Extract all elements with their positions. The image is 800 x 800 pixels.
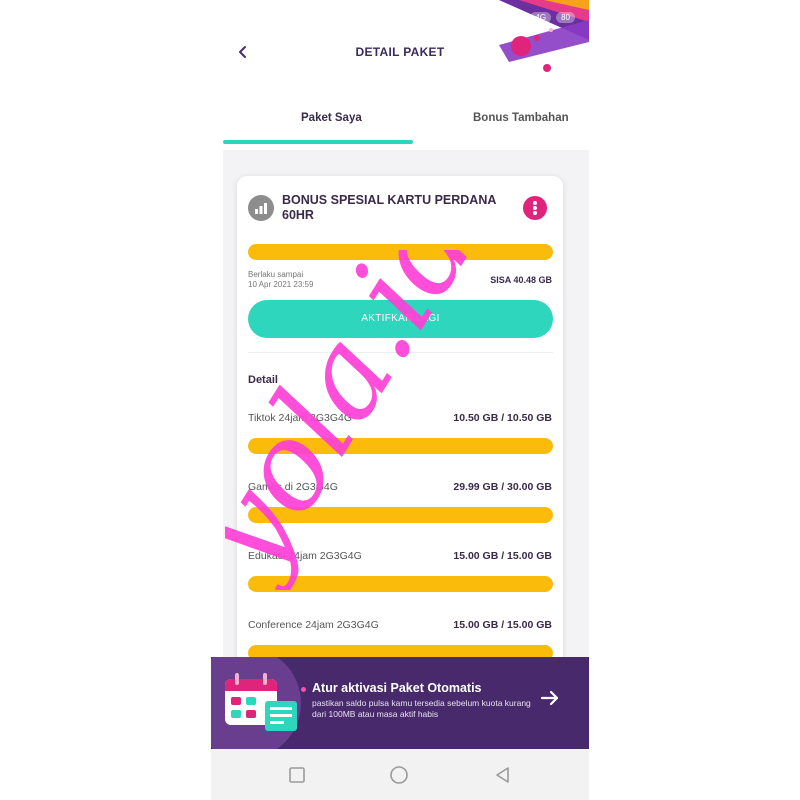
detail-value-edukasi: 15.00 GB / 15.00 GB [453,550,552,562]
valid-until-date: 10 Apr 2021 23:59 [248,280,314,289]
package-card: BONUS SPESIAL KARTU PERDANA 60HR Berlaku… [237,176,563,676]
banner-title: Atur aktivasi Paket Otomatis [312,681,482,695]
system-nav-bar [211,749,589,800]
detail-label-conference: Conference 24jam 2G3G4G [248,619,379,631]
detail-fill-tiktok [248,438,553,454]
package-usage-fill [248,244,553,260]
calendar-icon [225,673,297,731]
battery-indicator: 80 [556,12,575,23]
signal-bars-icon [248,195,274,221]
active-tab-indicator [223,140,413,144]
detail-label-tiktok: Tiktok 24jam 2G3G4G [248,412,353,424]
back-triangle-icon[interactable] [493,765,513,785]
home-icon[interactable] [389,765,409,785]
tab-paket-saya[interactable]: Paket Saya [301,112,362,124]
detail-value-games: 29.99 GB / 30.00 GB [453,481,552,493]
page-title: DETAIL PAKET [355,45,445,59]
network-indicator: 4G [530,12,552,23]
detail-heading: Detail [248,374,278,386]
package-title: BONUS SPESIAL KARTU PERDANA 60HR [282,193,496,222]
detail-label-games: Games di 2G3G4G [248,481,338,493]
detail-value-tiktok: 10.50 GB / 10.50 GB [453,412,552,424]
status-bar: 4G 80 [530,12,575,23]
phone-screen: 4G 80 DETAIL PAKET Paket Saya Bonus Tamb… [211,0,589,800]
detail-fill-edukasi [248,576,553,592]
detail-value-conference: 15.00 GB / 15.00 GB [453,619,552,631]
detail-fill-games [248,507,553,523]
divider [248,352,553,353]
recent-apps-icon[interactable] [287,765,307,785]
auto-activation-banner[interactable]: Atur aktivasi Paket Otomatis pastikan sa… [211,657,589,749]
app-header: DETAIL PAKET [211,30,589,74]
banner-description: pastikan saldo pulsa kamu tersedia sebel… [312,698,531,719]
content-area: BONUS SPESIAL KARTU PERDANA 60HR Berlaku… [223,150,589,676]
remaining-quota: SISA 40.48 GB [490,275,552,285]
detail-label-edukasi: Edukasi 24jam 2G3G4G [248,550,362,562]
tab-bonus-tambahan[interactable]: Bonus Tambahan [473,112,569,124]
activate-again-button[interactable]: AKTIFKAN LAGI [248,300,553,338]
detail-bar-edukasi [248,576,553,592]
package-usage-bar [248,244,553,260]
banner-accent-dot [301,687,306,692]
detail-bar-tiktok [248,438,553,454]
valid-until-label: Berlaku sampai [248,270,304,279]
detail-bar-games [248,507,553,523]
arrow-right-icon[interactable] [539,687,561,709]
more-options-button[interactable] [523,196,547,220]
tab-bar: Paket Saya Bonus Tambahan [223,100,589,148]
